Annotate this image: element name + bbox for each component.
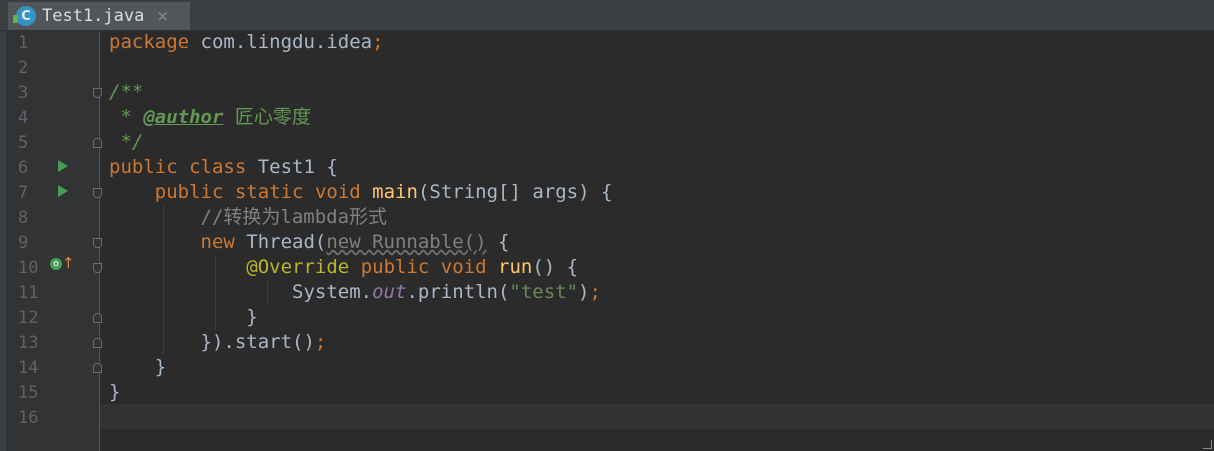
- javadoc-close: */: [109, 131, 144, 153]
- semicolon: ;: [372, 31, 384, 53]
- line-number: 7: [18, 183, 29, 203]
- line-number: 15: [18, 383, 39, 403]
- code-line-5: */: [109, 130, 143, 155]
- fold-toggle-icon[interactable]: [93, 313, 102, 323]
- code-line-9: new Thread(new Runnable() {: [109, 230, 510, 255]
- code-line-12: }: [109, 305, 258, 330]
- javadoc-star: *: [109, 106, 144, 128]
- current-line-highlight: [100, 404, 1214, 429]
- resize-corner[interactable]: [1203, 440, 1212, 449]
- fold-toggle-icon[interactable]: [93, 263, 102, 273]
- method-params: (String[] args) {: [417, 181, 613, 203]
- javadoc-text: 匠心零度: [223, 106, 311, 128]
- keyword: class: [189, 156, 247, 178]
- code-line-3: /**: [109, 80, 143, 105]
- javadoc-open: /**: [109, 81, 144, 103]
- brace: {: [486, 231, 510, 253]
- fold-toggle-icon[interactable]: [93, 138, 102, 148]
- anonymous-class-hint[interactable]: new Runnable(): [326, 231, 486, 253]
- java-class-icon: C: [13, 6, 36, 26]
- class-ref: System.: [292, 281, 373, 303]
- code-line-4: * @author 匠心零度: [109, 105, 311, 130]
- keyword: package: [109, 31, 190, 53]
- line-number: 8: [18, 208, 29, 228]
- keyword: void: [314, 181, 361, 203]
- run-main-icon[interactable]: [58, 185, 68, 197]
- line-number: 10: [18, 258, 39, 278]
- line-number: 1: [18, 33, 29, 53]
- line-number: 16: [18, 408, 39, 428]
- semicolon: ;: [589, 281, 601, 303]
- runnable-marker-icon: [13, 15, 18, 23]
- class-declaration: Test1 {: [246, 156, 338, 178]
- line-number: 3: [18, 83, 29, 103]
- package-name: com.lingdu.idea: [189, 31, 373, 53]
- keyword: public: [154, 181, 224, 203]
- code-line-6: public class Test1 {: [109, 155, 338, 180]
- line-number: 9: [18, 233, 29, 253]
- keyword: static: [234, 181, 304, 203]
- line-comment: //转换为lambda形式: [200, 206, 388, 228]
- line-number: 5: [18, 133, 29, 153]
- line-number: 6: [18, 158, 29, 178]
- class-icon-letter: C: [21, 8, 31, 24]
- method-name: run: [498, 256, 533, 278]
- semicolon: ;: [314, 331, 327, 353]
- keyword: public: [360, 256, 430, 278]
- fold-toggle-icon[interactable]: [93, 363, 102, 373]
- tab-test1-java[interactable]: C Test1.java ×: [8, 2, 190, 30]
- editor-gutter[interactable]: 1 2 3 4 5 6 7 8 9 10 11 12 13 14 15 16: [6, 31, 100, 451]
- fold-toggle-icon[interactable]: [93, 188, 102, 198]
- code-line-10: @Override public void run() {: [109, 255, 578, 280]
- close-tab-icon[interactable]: ×: [156, 7, 169, 25]
- line-number: 4: [18, 108, 29, 128]
- annotation: @Override: [246, 256, 350, 278]
- editor-tab-bar: C Test1.java ×: [0, 0, 1214, 31]
- run-class-icon[interactable]: [58, 160, 68, 172]
- code-line-7: public static void main(String[] args) {: [109, 180, 613, 205]
- override-method-icon[interactable]: o: [50, 258, 62, 270]
- brace: }: [109, 381, 121, 403]
- keyword: void: [440, 256, 487, 278]
- line-number: 13: [18, 333, 39, 353]
- code-line-11: System.out.println("test");: [109, 280, 601, 305]
- code-line-8: //转换为lambda形式: [109, 205, 388, 230]
- code-line-14: }: [109, 355, 166, 380]
- code-line-1: package com.lingdu.idea;: [109, 30, 384, 55]
- method-params: () {: [532, 256, 579, 278]
- method-call: }).start(): [200, 331, 315, 353]
- code-line-13: }).start();: [109, 330, 327, 355]
- line-number: 2: [18, 58, 29, 78]
- line-number: 11: [18, 283, 39, 303]
- method-call: .println(: [406, 281, 510, 303]
- line-number: 12: [18, 308, 39, 328]
- string-literal: "test": [509, 281, 579, 303]
- brace: }: [246, 306, 258, 328]
- static-field: out: [372, 281, 407, 303]
- keyword: new: [200, 231, 235, 253]
- fold-toggle-icon[interactable]: [93, 338, 102, 348]
- line-number: 14: [18, 358, 39, 378]
- javadoc-tag: @author: [143, 106, 224, 128]
- paren: ): [578, 281, 590, 303]
- keyword: public: [109, 156, 178, 178]
- fold-toggle-icon[interactable]: [93, 238, 102, 248]
- method-name: main: [372, 181, 418, 203]
- code-line-15: }: [109, 380, 120, 405]
- fold-toggle-icon[interactable]: [93, 88, 102, 98]
- brace: }: [154, 356, 167, 378]
- constructor-call: Thread(: [234, 231, 327, 253]
- implements-arrow-icon[interactable]: ↑: [62, 254, 75, 272]
- tab-label: Test1.java: [42, 6, 145, 26]
